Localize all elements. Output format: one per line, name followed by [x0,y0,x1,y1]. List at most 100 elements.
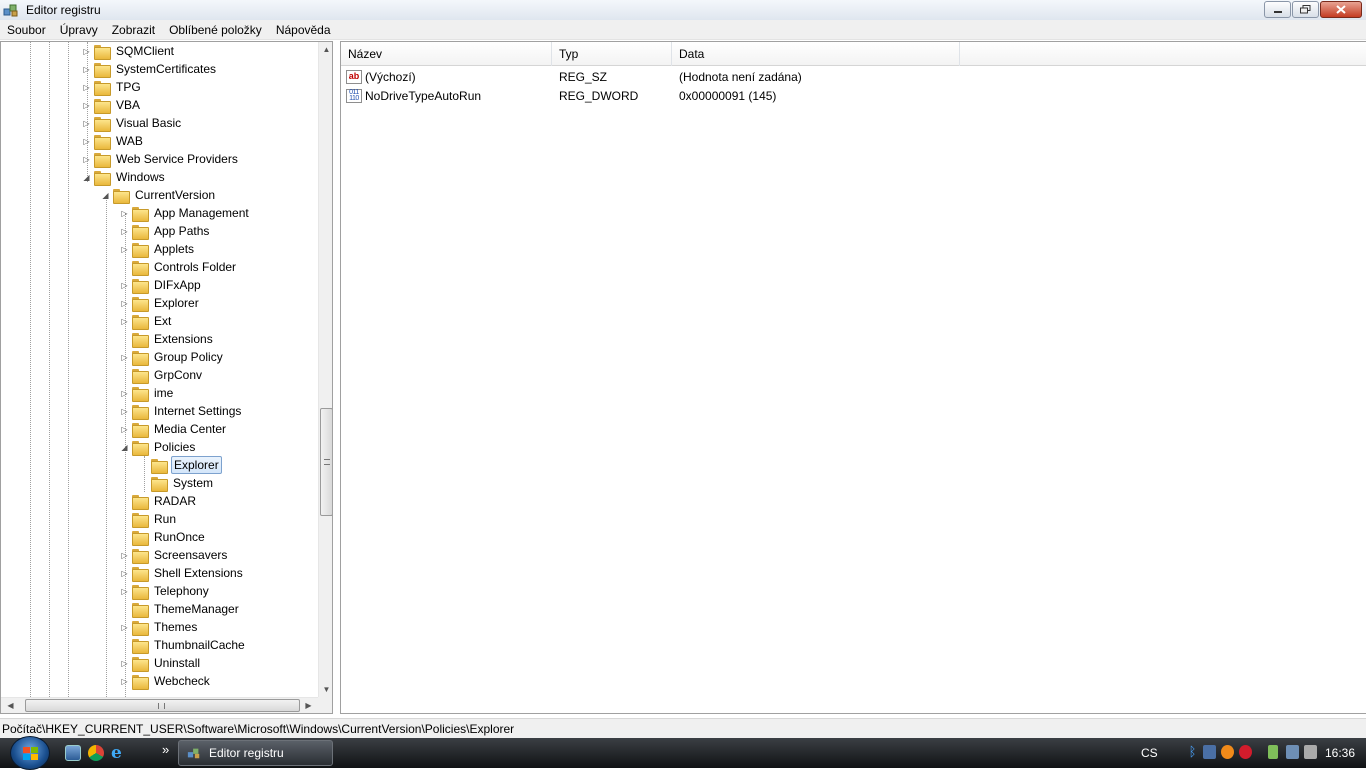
expand-arrow-icon[interactable]: ▷ [120,677,129,686]
tree-item[interactable]: RADAR [120,492,198,510]
tree-item[interactable]: ▷ SystemCertificates [82,60,218,78]
expand-arrow-icon[interactable]: ▷ [120,227,129,236]
list-item[interactable]: ab (Výchozí) REG_SZ (Hodnota není zadána… [341,67,802,86]
minimize-button[interactable] [1264,1,1291,18]
expand-arrow-icon[interactable]: ▷ [120,623,129,632]
wireless-icon[interactable] [1286,745,1299,759]
expand-arrow-icon[interactable]: ▷ [120,209,129,218]
registry-tree[interactable]: ▷ SQMClient ▷ SystemCertificates ▷ TPG ▷ VBA ▷ Vi… [0,41,333,714]
tree-item[interactable]: GrpConv [120,366,204,384]
expand-arrow-icon[interactable]: ▷ [82,101,91,110]
expand-arrow-icon[interactable]: ▷ [120,659,129,668]
tree-item[interactable]: ▷ App Management [120,204,251,222]
menu-zobrazit[interactable]: Zobrazit [105,20,162,40]
tree-item[interactable]: ◢ CurrentVersion [101,186,217,204]
column-header-data[interactable]: Data [672,42,960,66]
tree-item[interactable]: Extensions [120,330,215,348]
tree-item[interactable]: Explorer [139,456,222,474]
show-desktop-icon[interactable] [65,745,81,761]
expand-arrow-icon[interactable]: ▷ [120,353,129,362]
chrome-icon[interactable] [88,745,104,761]
column-header-type[interactable]: Typ [552,42,672,66]
expand-arrow-icon[interactable]: ▷ [120,569,129,578]
scroll-up-arrow-icon[interactable]: ▲ [319,42,332,57]
battery-icon[interactable] [1268,745,1278,759]
tree-item[interactable]: ▷ Themes [120,618,199,636]
tree-item[interactable]: ▷ Shell Extensions [120,564,245,582]
scroll-left-arrow-icon[interactable]: ◀ [3,698,18,713]
volume-icon[interactable] [1304,745,1317,759]
scroll-right-arrow-icon[interactable]: ▶ [301,698,316,713]
collapse-arrow-icon[interactable]: ◢ [82,173,91,182]
tree-item[interactable]: ▷ SQMClient [82,42,176,60]
tree-item[interactable]: ▷ Telephony [120,582,211,600]
network-icon[interactable] [1203,745,1216,759]
quick-launch-more-icon[interactable]: » [162,742,169,757]
expand-arrow-icon[interactable]: ▷ [120,299,129,308]
tree-item[interactable]: ▷ Internet Settings [120,402,243,420]
expand-arrow-icon[interactable]: ▷ [120,389,129,398]
expand-arrow-icon[interactable]: ▷ [120,245,129,254]
tree-item[interactable]: ▷ Webcheck [120,672,212,690]
tree-item[interactable]: Controls Folder [120,258,238,276]
tree-horizontal-scroll-thumb[interactable] [25,699,300,712]
column-header-name[interactable]: Název [341,42,552,66]
tree-item[interactable]: ▷ TPG [82,78,143,96]
taskbar-button-registry-editor[interactable]: Editor registru [178,740,333,766]
expand-arrow-icon[interactable]: ▷ [120,425,129,434]
tree-item[interactable]: ThumbnailCache [120,636,247,654]
tree-item[interactable]: ▷ Ext [120,312,173,330]
expand-arrow-icon[interactable]: ▷ [120,587,129,596]
tree-item[interactable]: ▷ VBA [82,96,142,114]
tree-item[interactable]: ▷ DIFxApp [120,276,203,294]
tree-item[interactable]: ◢ Policies [120,438,197,456]
bluetooth-icon[interactable]: ᛒ [1186,745,1199,759]
start-button[interactable] [10,736,50,770]
expand-arrow-icon[interactable]: ▷ [82,119,91,128]
tree-item[interactable]: ▷ ime [120,384,175,402]
expand-arrow-icon[interactable]: ▷ [82,155,91,164]
values-list[interactable]: Název Typ Data ab (Výchozí) REG_SZ (Hodn… [340,41,1366,714]
update-icon[interactable] [1221,745,1234,759]
scroll-down-arrow-icon[interactable]: ▼ [319,682,332,697]
expand-arrow-icon[interactable]: ▷ [120,551,129,560]
expand-arrow-icon[interactable]: ▷ [120,317,129,326]
expand-arrow-icon[interactable]: ▷ [82,47,91,56]
collapse-arrow-icon[interactable]: ◢ [101,191,110,200]
close-button[interactable] [1320,1,1362,18]
tree-item[interactable]: RunOnce [120,528,207,546]
tree-item[interactable]: Run [120,510,178,528]
tree-item[interactable]: ▷ App Paths [120,222,211,240]
menu-napoveda[interactable]: Nápověda [269,20,338,40]
menu-oblibene-polozky[interactable]: Oblíbené položky [162,20,269,40]
collapse-arrow-icon[interactable]: ◢ [120,443,129,452]
restore-button[interactable] [1292,1,1319,18]
tree-item[interactable]: System [139,474,215,492]
expand-arrow-icon[interactable]: ▷ [120,281,129,290]
expand-arrow-icon[interactable]: ▷ [82,83,91,92]
tree-item[interactable]: ▷ Visual Basic [82,114,183,132]
tree-item[interactable]: ▷ Explorer [120,294,201,312]
tree-item[interactable]: ◢ Windows [82,168,167,186]
tree-vertical-scroll-thumb[interactable] [320,408,332,516]
tree-item[interactable]: ▷ Screensavers [120,546,229,564]
expand-arrow-icon[interactable]: ▷ [82,65,91,74]
menu-soubor[interactable]: Soubor [0,20,53,40]
menu-upravy[interactable]: Úpravy [53,20,105,40]
tree-item[interactable]: ThemeManager [120,600,241,618]
title-bar[interactable]: Editor registru [0,0,1366,20]
internet-explorer-icon[interactable]: e [111,745,127,762]
tree-horizontal-scrollbar[interactable]: ◀ ▶ [1,697,318,713]
expand-arrow-icon[interactable]: ▷ [82,137,91,146]
clock[interactable]: 16:36 [1325,746,1355,760]
list-item[interactable]: 011 110 NoDriveTypeAutoRun REG_DWORD 0x00… [341,86,776,105]
language-indicator[interactable]: CS [1141,746,1158,760]
tree-item[interactable]: ▷ Uninstall [120,654,202,672]
tree-item[interactable]: ▷ Web Service Providers [82,150,240,168]
tree-item[interactable]: ▷ Applets [120,240,196,258]
tree-vertical-scrollbar[interactable]: ▲ ▼ [318,42,332,697]
antivirus-icon[interactable] [1239,745,1252,759]
tree-item[interactable]: ▷ WAB [82,132,145,150]
tree-item[interactable]: ▷ Group Policy [120,348,225,366]
tree-item[interactable]: ▷ Media Center [120,420,228,438]
